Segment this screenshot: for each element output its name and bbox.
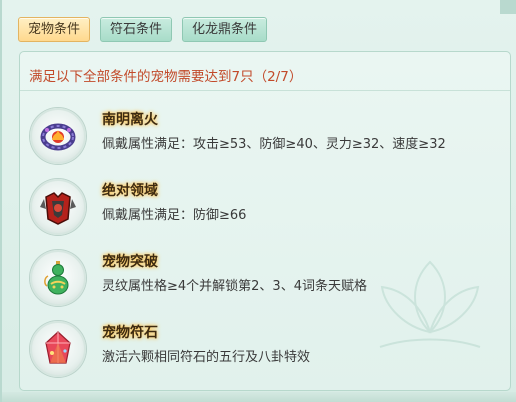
condition-description: 佩戴属性满足：攻击≥53、防御≥40、灵力≥32、速度≥32: [102, 137, 446, 152]
window-corner: [500, 0, 516, 14]
tab-dragon-cauldron-conditions[interactable]: 化龙鼎条件: [182, 17, 268, 42]
armor-icon: [30, 179, 86, 235]
requirement-header: 满足以下全部条件的宠物需要达到7只（2/7）: [29, 69, 303, 85]
condition-row-2: 绝对领域 佩戴属性满足：防御≥66: [20, 179, 510, 249]
condition-title: 南明离火: [102, 112, 158, 128]
condition-tabs: 宠物条件 符石条件 化龙鼎条件: [18, 17, 268, 42]
condition-description: 灵纹属性格≥4个并解锁第2、3、4词条天赋格: [102, 279, 367, 294]
condition-title: 宠物突破: [102, 254, 158, 270]
condition-window: 宠物条件 符石条件 化龙鼎条件 满足以下全部条件的宠物需要达到7只（2/7） 南…: [0, 0, 516, 402]
fire-ring-icon: [30, 108, 86, 164]
gourd-icon: [30, 250, 86, 306]
tab-rune-conditions[interactable]: 符石条件: [100, 17, 173, 42]
condition-row-4: 宠物符石 激活六颗相同符石的五行及八卦特效: [20, 321, 510, 390]
condition-row-1: 南明离火 佩戴属性满足：攻击≥53、防御≥40、灵力≥32、速度≥32: [20, 108, 510, 178]
conditions-panel: 满足以下全部条件的宠物需要达到7只（2/7） 南明离火 佩戴属性满足：攻击≥53…: [19, 51, 511, 391]
bottom-strip: [2, 392, 516, 402]
tab-pet-conditions[interactable]: 宠物条件: [18, 17, 91, 42]
condition-title: 宠物符石: [102, 325, 158, 341]
rune-crystal-icon: [30, 321, 86, 377]
header-divider: [20, 90, 510, 91]
condition-title: 绝对领域: [102, 183, 158, 199]
condition-description: 佩戴属性满足：防御≥66: [102, 208, 247, 223]
condition-row-3: 宠物突破 灵纹属性格≥4个并解锁第2、3、4词条天赋格: [20, 250, 510, 320]
condition-description: 激活六颗相同符石的五行及八卦特效: [102, 350, 311, 365]
